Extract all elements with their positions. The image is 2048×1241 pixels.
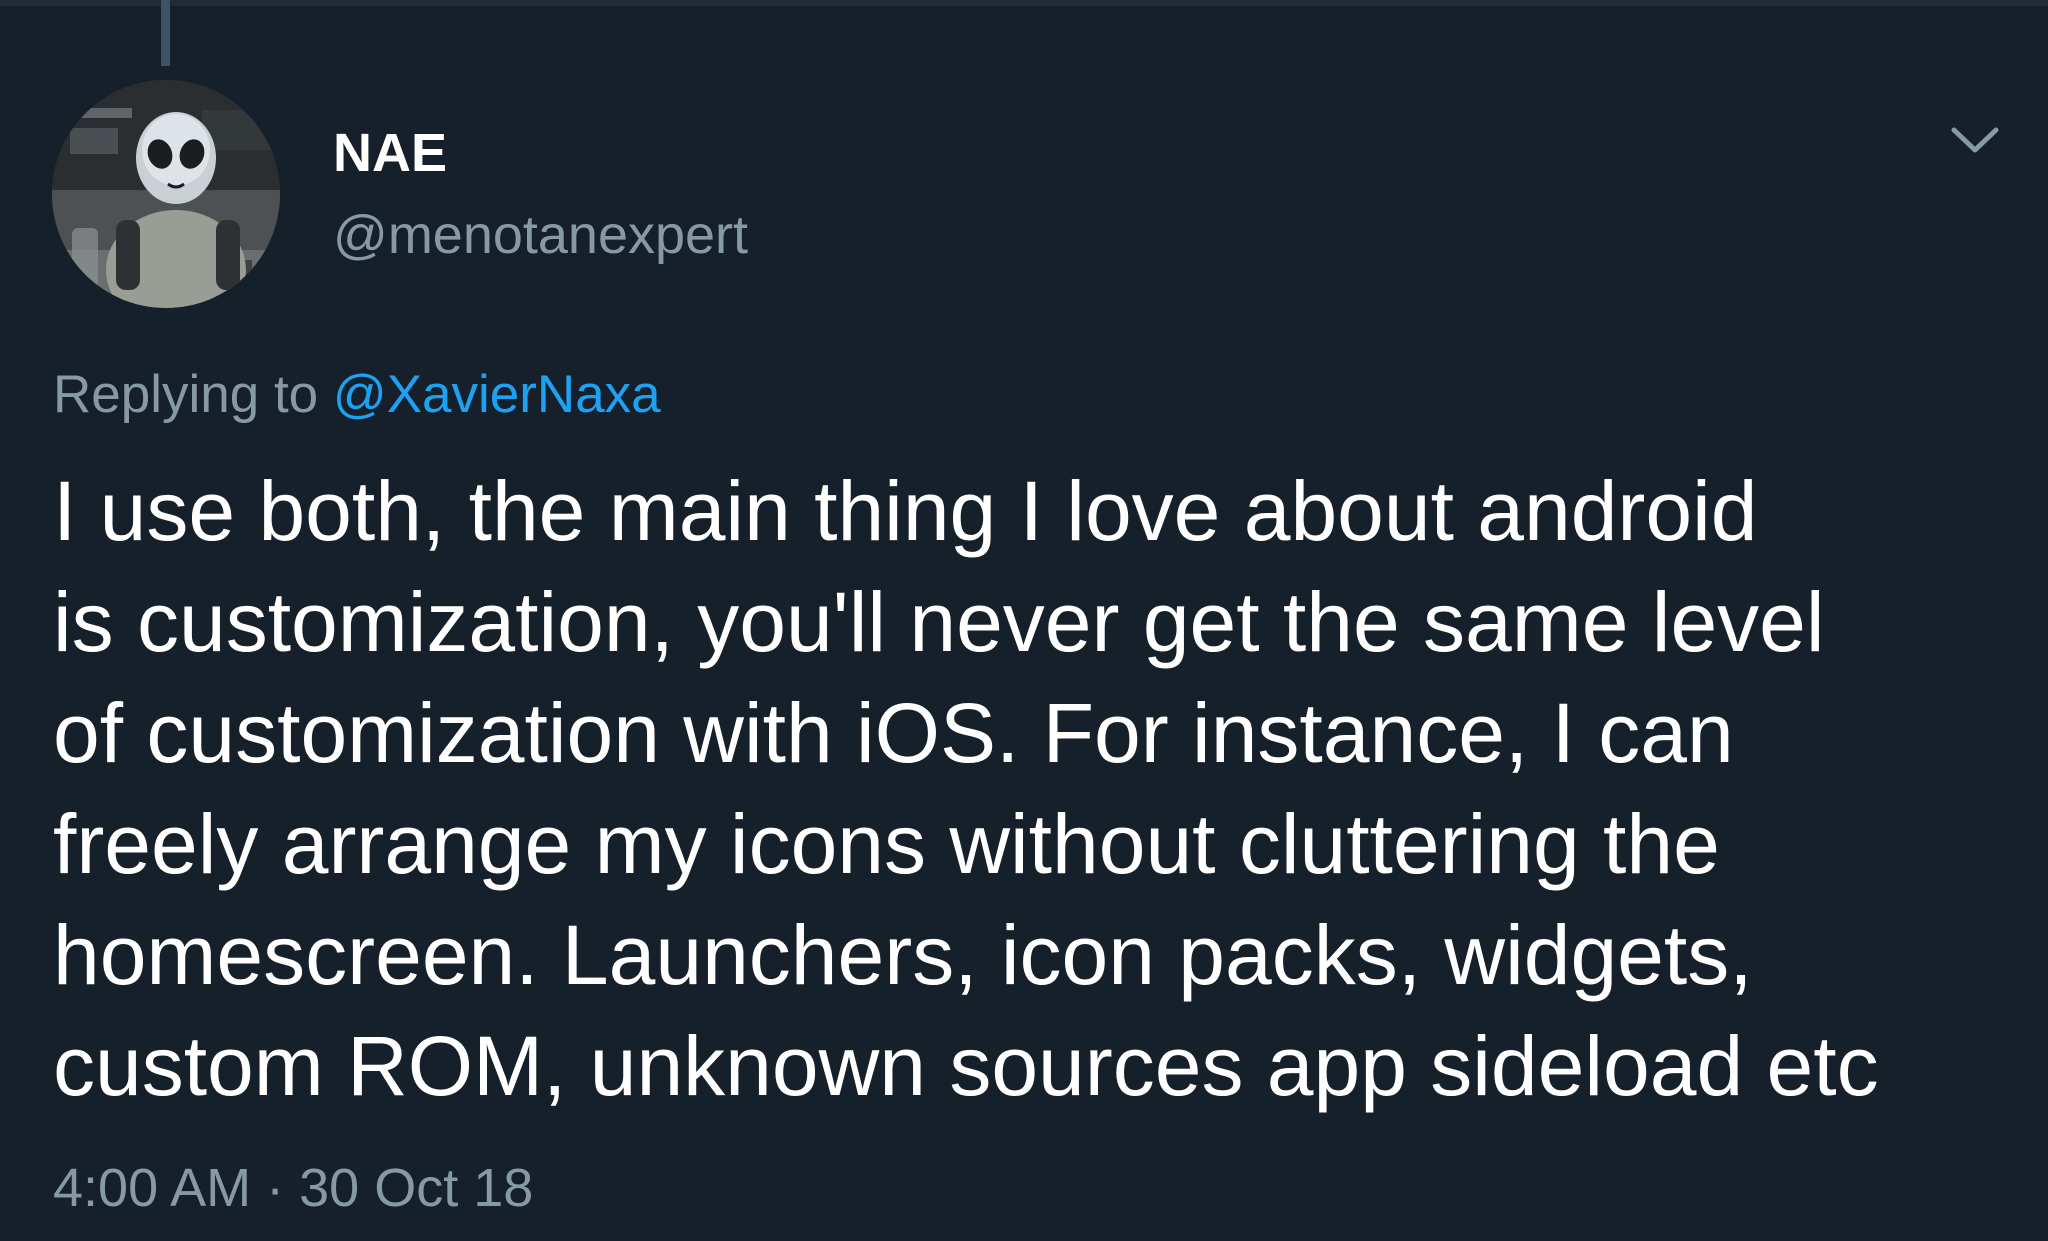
tweet-menu-button[interactable] [1940, 112, 2010, 168]
author-handle[interactable]: @menotanexpert [333, 200, 748, 270]
reply-context: Replying to @XavierNaxa [53, 360, 661, 430]
tweet-date: 30 Oct 18 [299, 1158, 534, 1218]
tweet-body-text: I use both, the main thing I love about … [53, 464, 1879, 1113]
author-display-name[interactable]: NAE [333, 118, 447, 188]
tweet-time: 4:00 AM [53, 1158, 252, 1218]
alien-face-avatar-icon [52, 80, 280, 308]
tweet-timestamp[interactable]: 4:00 AM · 30 Oct 18 [53, 1153, 533, 1223]
top-divider [0, 0, 2048, 6]
thread-connector-line [161, 0, 170, 66]
reply-mention-link[interactable]: @XavierNaxa [333, 365, 661, 424]
reply-context-prefix: Replying to [53, 365, 319, 424]
chevron-down-icon [1951, 127, 1999, 153]
timestamp-separator: · [266, 1158, 285, 1218]
avatar[interactable] [52, 80, 280, 308]
